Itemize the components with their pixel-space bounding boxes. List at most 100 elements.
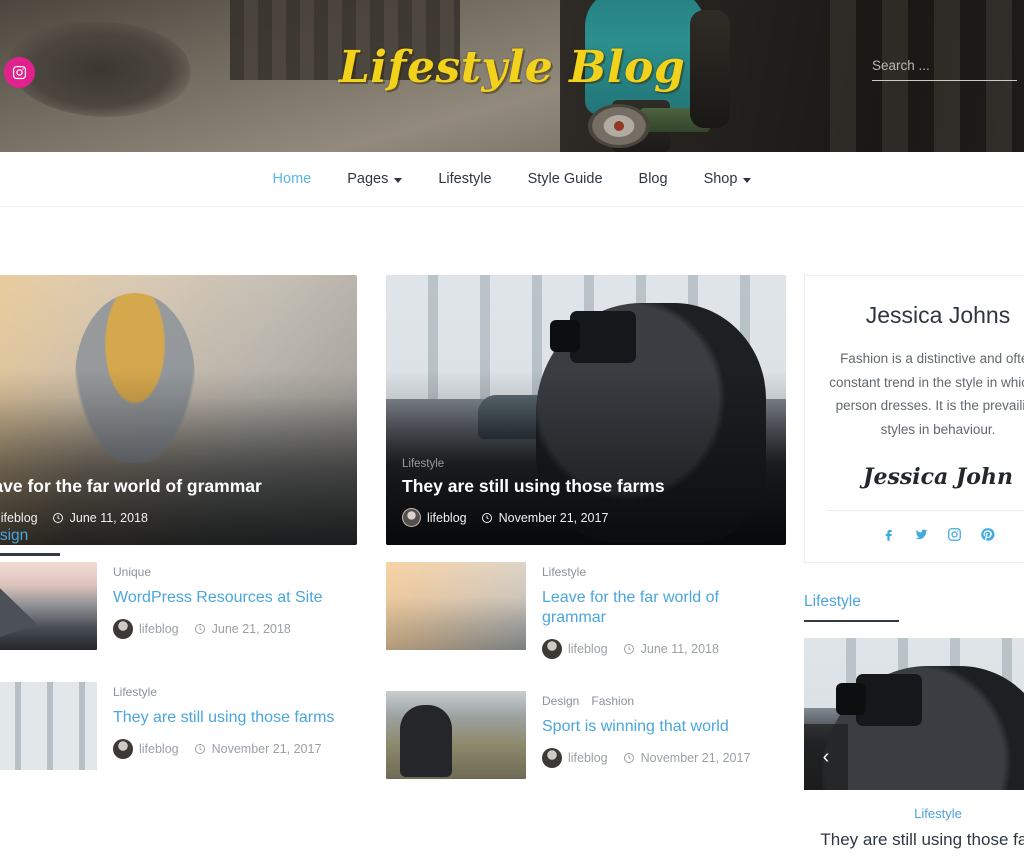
twitter-icon[interactable] xyxy=(914,527,929,542)
author-name: lifeblog xyxy=(427,510,467,525)
post-date: June 11, 2018 xyxy=(69,510,148,525)
about-author-bio: Fashion is a distinctive and often const… xyxy=(829,351,1024,437)
tab-design[interactable]: Design xyxy=(0,527,60,553)
chevron-down-icon xyxy=(394,177,403,183)
clock-icon xyxy=(481,512,492,523)
featured-card-grammar[interactable]: Leave for the far world of grammar lifeb… xyxy=(0,275,357,545)
author-name: lifeblog xyxy=(568,751,608,765)
featured-meta: lifeblog June 11, 2018 xyxy=(0,508,148,527)
post-categories: Lifestyle xyxy=(542,565,786,579)
nav-label: Blog xyxy=(638,171,668,187)
author-meta[interactable]: lifeblog xyxy=(542,639,608,659)
nav-item-style-guide[interactable]: Style Guide xyxy=(510,171,621,187)
author-meta[interactable]: lifeblog xyxy=(113,739,179,759)
post-title[interactable]: Leave for the far world of grammar xyxy=(542,588,786,628)
tab-active-underline xyxy=(0,553,60,556)
post-categories: Unique xyxy=(113,565,323,579)
category-tabs: Design xyxy=(0,527,60,556)
nav-item-home[interactable]: Home xyxy=(255,171,330,187)
about-social-links xyxy=(827,509,1024,542)
site-hero-header: Lifestyle Blog xyxy=(0,0,1024,152)
featured-category[interactable]: Lifestyle xyxy=(402,458,444,470)
author-meta[interactable]: lifeblog xyxy=(402,508,467,527)
post-thumbnail[interactable] xyxy=(386,691,526,779)
instagram-icon[interactable] xyxy=(947,527,962,542)
post-thumbnail[interactable] xyxy=(0,682,97,770)
chevron-down-icon xyxy=(743,177,752,183)
date-meta: June 21, 2018 xyxy=(194,622,291,636)
post-date: November 21, 2017 xyxy=(498,510,609,525)
category-link[interactable]: Unique xyxy=(113,565,151,579)
primary-navigation: Home Pages Lifestyle Style Guide Blog Sh… xyxy=(0,152,1024,207)
lifestyle-widget-title[interactable]: Lifestyle xyxy=(804,593,1024,620)
post-meta: lifeblog November 21, 2017 xyxy=(113,739,334,759)
clock-icon xyxy=(52,512,63,523)
clock-icon xyxy=(623,644,634,654)
nav-label: Shop xyxy=(703,171,738,187)
post-date: November 21, 2017 xyxy=(640,751,751,765)
post-date: June 21, 2018 xyxy=(211,622,291,636)
author-meta[interactable]: lifeblog xyxy=(0,508,38,527)
header-search xyxy=(872,57,1024,81)
search-input[interactable] xyxy=(872,58,1017,81)
clock-icon xyxy=(623,753,634,763)
about-signature: Jessica John xyxy=(863,463,1013,490)
nav-label: Home xyxy=(272,171,312,187)
list-item[interactable]: Unique WordPress Resources at Site lifeb… xyxy=(0,562,357,650)
carousel-slide-category[interactable]: Lifestyle xyxy=(804,806,1024,821)
clock-icon xyxy=(194,744,205,754)
post-date: November 21, 2017 xyxy=(211,742,322,756)
facebook-icon[interactable] xyxy=(881,527,896,542)
nav-item-shop[interactable]: Shop xyxy=(686,171,770,187)
sidebar: Jessica Johns Fashion is a distinctive a… xyxy=(804,275,1024,856)
list-item[interactable]: Design Fashion Sport is winning that wor… xyxy=(386,691,786,779)
post-thumbnail[interactable] xyxy=(0,562,97,650)
author-meta[interactable]: lifeblog xyxy=(542,748,608,768)
list-item[interactable]: Lifestyle They are still using those far… xyxy=(0,682,357,770)
author-name: lifeblog xyxy=(139,622,179,636)
about-widget: Jessica Johns Fashion is a distinctive a… xyxy=(804,275,1024,563)
site-logo[interactable]: Lifestyle Blog xyxy=(0,42,1024,93)
category-link[interactable]: Design xyxy=(542,694,579,708)
carousel-slide-title[interactable]: They are still using those farms xyxy=(804,830,1024,850)
avatar xyxy=(542,639,562,659)
nav-item-lifestyle[interactable]: Lifestyle xyxy=(420,171,509,187)
widget-underline xyxy=(804,619,899,622)
lifestyle-carousel[interactable]: ‹ xyxy=(804,638,1024,790)
featured-posts-row: Leave for the far world of grammar lifeb… xyxy=(0,275,786,545)
author-name: lifeblog xyxy=(568,642,608,656)
category-link[interactable]: Lifestyle xyxy=(542,565,586,579)
nav-item-pages[interactable]: Pages xyxy=(329,171,420,187)
post-title[interactable]: They are still using those farms xyxy=(113,708,334,728)
nav-label: Pages xyxy=(347,171,389,187)
featured-card-farms[interactable]: Lifestyle They are still using those far… xyxy=(386,275,786,545)
post-column-right: Lifestyle Leave for the far world of gra… xyxy=(386,562,786,811)
page-content: Leave for the far world of grammar lifeb… xyxy=(0,207,1024,856)
featured-title[interactable]: They are still using those farms xyxy=(402,476,772,497)
post-title[interactable]: Sport is winning that world xyxy=(542,717,750,737)
date-meta: June 11, 2018 xyxy=(623,642,719,656)
category-link[interactable]: Fashion xyxy=(591,694,634,708)
date-meta: November 21, 2017 xyxy=(623,751,751,765)
post-thumbnail[interactable] xyxy=(386,562,526,650)
nav-item-blog[interactable]: Blog xyxy=(621,171,686,187)
date-meta: June 11, 2018 xyxy=(52,511,148,525)
author-meta[interactable]: lifeblog xyxy=(113,619,179,639)
list-item[interactable]: Lifestyle Leave for the far world of gra… xyxy=(386,562,786,659)
about-author-name: Jessica Johns xyxy=(865,302,1011,328)
pinterest-icon[interactable] xyxy=(980,527,995,542)
avatar xyxy=(402,508,421,527)
author-name: lifeblog xyxy=(139,742,179,756)
post-meta: lifeblog June 11, 2018 xyxy=(542,639,786,659)
avatar xyxy=(542,748,562,768)
category-link[interactable]: Lifestyle xyxy=(113,685,157,699)
clock-icon xyxy=(194,624,205,634)
post-title[interactable]: WordPress Resources at Site xyxy=(113,588,323,608)
post-meta: lifeblog June 21, 2018 xyxy=(113,619,323,639)
post-column-left: Unique WordPress Resources at Site lifeb… xyxy=(0,562,357,811)
featured-title[interactable]: Leave for the far world of grammar xyxy=(0,476,343,497)
avatar xyxy=(113,619,133,639)
post-categories: Design Fashion xyxy=(542,694,750,708)
carousel-prev-button[interactable]: ‹ xyxy=(804,724,848,790)
nav-label: Style Guide xyxy=(527,171,603,187)
